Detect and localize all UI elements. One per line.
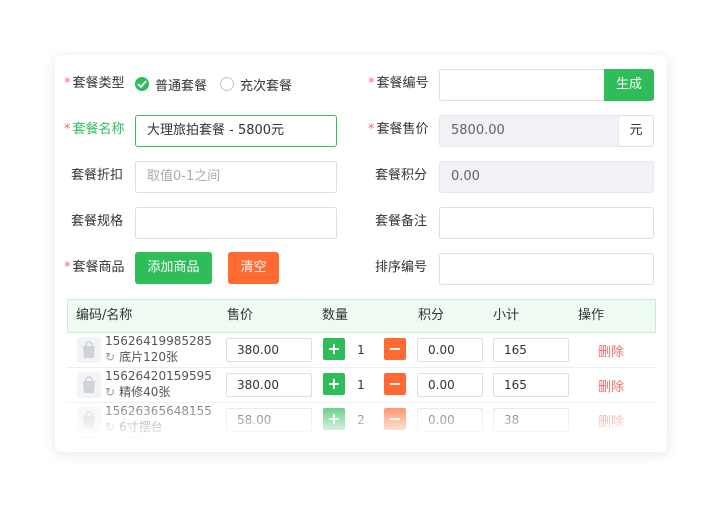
delete-link[interactable]: 删除: [598, 411, 624, 430]
radio-unchecked-icon: [220, 77, 234, 91]
package-discount-label: 套餐折扣: [71, 168, 124, 183]
package-name-label: * 套餐名称: [64, 122, 125, 137]
col-points: 积分: [418, 308, 445, 323]
col-price: 售价: [227, 308, 254, 323]
refresh-icon[interactable]: ↻: [105, 350, 115, 364]
price-unit-suffix: 元: [619, 115, 654, 147]
clear-goods-button[interactable]: 清空: [228, 252, 279, 284]
qty-value[interactable]: 1: [346, 338, 376, 362]
col-subtotal: 小计: [493, 308, 520, 323]
product-code: 15626419985285: [105, 334, 212, 348]
col-code-name: 编码/名称: [76, 308, 133, 323]
goods-table-header: 编码/名称 售价 数量 积分 小计 操作: [67, 299, 656, 333]
qty-minus-button[interactable]: −: [384, 408, 406, 430]
product-name: ↻ 精修40张: [105, 385, 171, 399]
table-row: 15626365648155 ↻ 6寸摆台 58.00 + 2 − 0.00 38…: [67, 403, 656, 438]
price-input[interactable]: 380.00: [226, 373, 312, 397]
refresh-icon[interactable]: ↻: [105, 420, 115, 434]
subtotal-input[interactable]: 38: [493, 408, 569, 432]
points-input[interactable]: 0.00: [417, 408, 483, 432]
price-input[interactable]: 58.00: [226, 408, 312, 432]
sort-code-input[interactable]: [439, 253, 654, 285]
package-spec-label: 套餐规格: [71, 214, 124, 229]
product-name: ↻ 底片120张: [105, 350, 178, 364]
package-points-label: 套餐积分: [375, 168, 428, 183]
points-input[interactable]: 0.00: [417, 338, 483, 362]
delete-link[interactable]: 删除: [598, 376, 624, 395]
radio-normal-package[interactable]: 普通套餐: [135, 74, 207, 94]
package-goods-label: * 套餐商品: [64, 260, 125, 275]
subtotal-input[interactable]: 165: [493, 373, 569, 397]
col-action: 操作: [578, 308, 605, 323]
radio-recharge-package[interactable]: 充次套餐: [220, 74, 292, 94]
package-price-label: * 套餐售价: [368, 122, 429, 137]
product-image-icon: [77, 407, 101, 433]
package-code-input[interactable]: [439, 69, 605, 101]
price-input[interactable]: 380.00: [226, 338, 312, 362]
package-type-label: * 套餐类型: [64, 76, 125, 91]
product-code: 15626365648155: [105, 404, 212, 418]
package-note-input[interactable]: [439, 207, 654, 239]
qty-plus-button[interactable]: +: [323, 373, 345, 395]
add-goods-button[interactable]: 添加商品: [135, 252, 212, 284]
product-name: ↻ 6寸摆台: [105, 420, 163, 434]
package-note-label: 套餐备注: [375, 214, 428, 229]
package-spec-input[interactable]: [135, 207, 337, 239]
points-input[interactable]: 0.00: [417, 373, 483, 397]
qty-minus-button[interactable]: −: [384, 373, 406, 395]
package-code-label: * 套餐编号: [368, 76, 429, 91]
sort-code-label: 排序编号: [375, 260, 428, 275]
radio-checked-icon: [135, 77, 149, 91]
product-image-icon: [77, 372, 101, 398]
package-points-input[interactable]: 0.00: [439, 161, 654, 193]
generate-code-button[interactable]: 生成: [604, 69, 654, 101]
qty-minus-button[interactable]: −: [384, 338, 406, 360]
col-qty: 数量: [322, 308, 349, 323]
table-row: 15626419985285 ↻ 底片120张 380.00 + 1 − 0.00…: [67, 333, 656, 368]
qty-value[interactable]: 1: [346, 373, 376, 397]
qty-plus-button[interactable]: +: [323, 408, 345, 430]
qty-plus-button[interactable]: +: [323, 338, 345, 360]
package-name-input[interactable]: 大理旅拍套餐 - 5800元: [135, 115, 337, 147]
product-image-icon: [77, 337, 101, 363]
qty-value[interactable]: 2: [346, 408, 376, 432]
subtotal-input[interactable]: 165: [493, 338, 569, 362]
package-form-card: * 套餐类型 普通套餐 充次套餐 * 套餐编号 生成 * 套餐名称 大理旅拍套餐 - …: [55, 55, 667, 452]
refresh-icon[interactable]: ↻: [105, 385, 115, 399]
table-row: 15626420159595 ↻ 精修40张 380.00 + 1 − 0.00 …: [67, 368, 656, 403]
delete-link[interactable]: 删除: [598, 341, 624, 360]
product-code: 15626420159595: [105, 369, 212, 383]
package-price-input[interactable]: 5800.00: [439, 115, 619, 147]
package-discount-input[interactable]: 取值0-1之间: [135, 161, 337, 193]
